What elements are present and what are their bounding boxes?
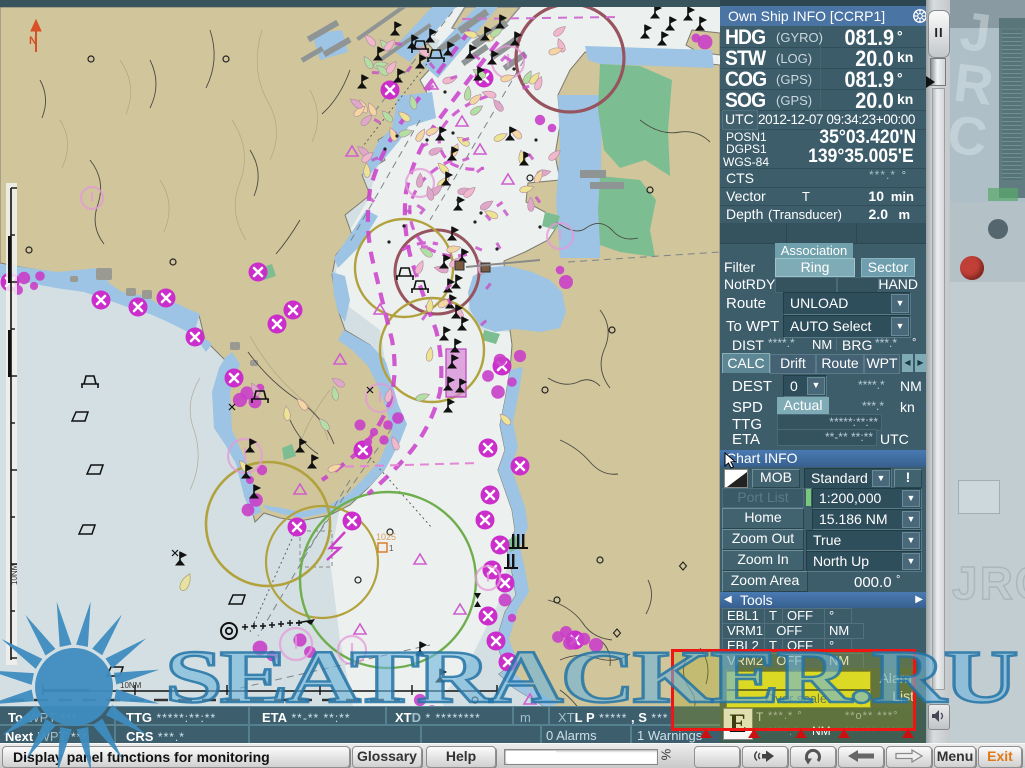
svg-text:10NM: 10NM — [120, 681, 142, 690]
svg-text:1025: 1025 — [376, 532, 396, 542]
svg-text:10NM: 10NM — [10, 563, 19, 585]
svg-text:N: N — [29, 35, 37, 47]
svg-text:1: 1 — [389, 544, 394, 553]
